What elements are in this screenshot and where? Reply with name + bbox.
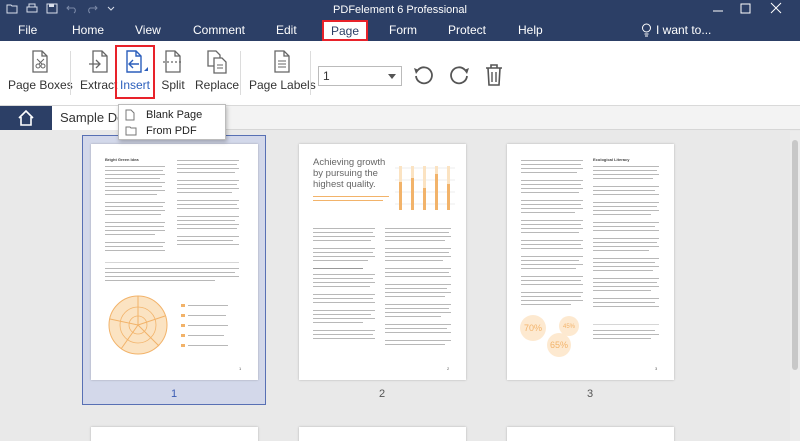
toolbar-divider [240, 51, 241, 95]
page-thumbnail-4[interactable] [91, 427, 258, 441]
pie-chart-graphic [108, 295, 168, 355]
page-preview-1: Bright Green Idea 1 [91, 144, 258, 380]
bubble-label-3: 65% [550, 340, 568, 350]
menu-file[interactable]: File [18, 23, 37, 37]
bar-chart-graphic [395, 166, 455, 210]
page-boxes-icon [32, 50, 49, 73]
page-number-select[interactable]: 1 [318, 66, 402, 86]
replace-button[interactable]: Replace [195, 49, 239, 92]
home-icon [18, 109, 34, 126]
home-tab[interactable] [0, 106, 52, 130]
rotate-left-icon[interactable] [412, 63, 436, 90]
title-bar: PDFelement 6 Professional [0, 0, 800, 20]
menu-item-blank-page[interactable]: Blank Page [119, 107, 225, 123]
replace-icon [207, 50, 227, 74]
thumbnail-panel: Bright Green Idea 1 1 Achieving growth b… [0, 131, 800, 441]
menu-home[interactable]: Home [72, 23, 104, 37]
menu-help[interactable]: Help [518, 23, 543, 37]
chevron-down-icon [388, 74, 396, 79]
insert-icon [126, 50, 148, 73]
page-number-label-3: 3 [586, 388, 594, 400]
menu-comment[interactable]: Comment [193, 23, 245, 37]
page-thumbnail-3[interactable]: Ecological Literacy 70% 45% 65% 3 [507, 144, 674, 380]
menu-page[interactable]: Page [322, 20, 369, 41]
bubble-label-2: 45% [563, 324, 576, 330]
scrollbar-thumb[interactable] [792, 140, 798, 370]
lightbulb-icon [641, 23, 652, 40]
page-labels-icon [274, 50, 291, 73]
maximize-icon[interactable] [740, 1, 752, 18]
toolbar-divider [310, 51, 311, 95]
split-icon [163, 50, 183, 73]
page-boxes-button[interactable]: Page Boxes [8, 49, 73, 92]
menu-form[interactable]: Form [389, 23, 417, 37]
menu-view[interactable]: View [135, 23, 161, 37]
page-thumbnail-5[interactable] [299, 427, 466, 441]
insert-button[interactable]: Insert [115, 45, 156, 99]
blank-page-icon [125, 109, 135, 124]
window-title: PDFelement 6 Professional [333, 4, 467, 16]
extract-icon [88, 50, 108, 73]
page-thumbnail-2[interactable]: Achieving growth by pursuing the highest… [299, 144, 466, 380]
bubble-label-1: 70% [524, 323, 542, 333]
menu-bar: File Home View Comment Edit Page Form Pr… [0, 20, 800, 41]
folder-icon [125, 125, 137, 139]
split-button[interactable]: Split [160, 49, 186, 92]
toolbar-divider [70, 51, 71, 95]
rotate-right-icon[interactable] [447, 63, 471, 90]
bubble-chart-graphic: 70% 45% 65% [520, 315, 579, 357]
insert-dropdown-menu: Blank Page From PDF [118, 104, 226, 140]
page-labels-button[interactable]: Page Labels [249, 49, 316, 92]
delete-icon[interactable] [483, 63, 505, 90]
page-number-label-2: 2 [378, 388, 386, 400]
page-number-label-1: 1 [170, 388, 178, 400]
menu-edit[interactable]: Edit [276, 23, 297, 37]
page-thumbnail-6[interactable] [507, 427, 674, 441]
menu-protect[interactable]: Protect [448, 23, 486, 37]
search-prompt[interactable]: I want to... [656, 23, 711, 37]
menu-item-from-pdf[interactable]: From PDF [119, 123, 225, 139]
close-icon[interactable] [770, 1, 782, 18]
extract-button[interactable]: Extract [80, 49, 117, 92]
minimize-icon[interactable] [712, 1, 724, 18]
